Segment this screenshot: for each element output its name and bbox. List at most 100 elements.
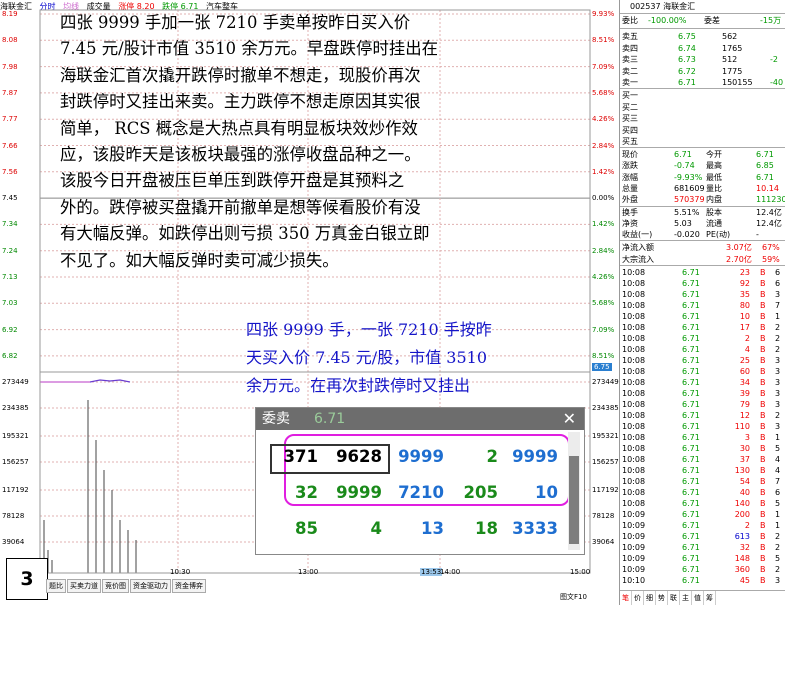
price-label-right: 5.68% (592, 88, 615, 97)
ask-volume: 512 (722, 55, 738, 64)
bid-row[interactable]: 买二 (622, 102, 782, 113)
volume-label-right: 156257 (592, 458, 619, 466)
stat-label: 换手 (622, 208, 638, 217)
inset-cell: 13 (421, 519, 444, 538)
tick-volume: 40 (739, 488, 750, 497)
panel-tab[interactable]: 价 (632, 591, 644, 605)
tick-volume: 23 (739, 268, 750, 277)
tick-volume: 37 (739, 455, 750, 464)
bid-row[interactable]: 买四 (622, 125, 782, 136)
stat-value: 111230 (756, 195, 785, 205)
flow-label: 大宗流入 (622, 254, 654, 264)
volume-label-right: 117192 (592, 486, 619, 494)
close-icon[interactable]: ✕ (563, 408, 576, 430)
tick-price: 6.71 (682, 389, 700, 398)
tick-row: 10:10 6.71 45 B 3 (622, 575, 782, 586)
bottom-tab[interactable]: 题比 (46, 579, 66, 593)
tick-row: 10:09 6.71 613 B 2 (622, 531, 782, 542)
tick-price: 6.71 (682, 433, 700, 442)
price-label-left: 8.08 (2, 36, 18, 45)
tick-time: 10:08 (622, 488, 646, 497)
bid-label: 买二 (622, 102, 638, 112)
tick-row: 10:09 6.71 2 B 1 (622, 520, 782, 531)
panel-tab[interactable]: 主 (680, 591, 692, 605)
bid-label: 买一 (622, 91, 638, 100)
tick-side: B (760, 268, 766, 277)
panel-tab[interactable]: 细 (644, 591, 656, 605)
bid-row[interactable]: 买五 (622, 136, 782, 147)
stat-label: 最低 (706, 172, 722, 182)
bid-label: 买四 (622, 125, 638, 135)
tick-volume: 3 (744, 433, 750, 442)
annotation-blue-line: 四张 9999 手，一张 7210 手按昨 (246, 320, 492, 339)
tick-side: B (760, 488, 766, 497)
price-label-left: 6.82 (2, 351, 18, 360)
tick-price: 6.71 (682, 455, 700, 464)
stat-value: 681609 (674, 183, 705, 193)
tick-side: B (760, 444, 766, 453)
tick-side: B (760, 532, 766, 541)
scrollbar-thumb[interactable] (569, 456, 579, 544)
panel-tabs: 笔价细势联主值筹 (620, 590, 785, 605)
annotation-line: 海联金汇首次撬开跌停时撤单不想走，现股价再次 (60, 65, 421, 85)
tick-price: 6.71 (682, 532, 700, 541)
inset-cell: 7210 (398, 483, 444, 502)
panel-tab[interactable]: 筹 (704, 591, 716, 605)
inset-cell: 3333 (512, 519, 558, 538)
tick-row: 10:08 6.71 40 B 6 (622, 487, 782, 498)
tick-volume: 60 (739, 367, 750, 376)
ask-row[interactable]: 卖二 6.72 1775 (622, 66, 782, 77)
stat-label: 流通 (706, 219, 722, 228)
tick-side: B (760, 554, 766, 563)
ask-row[interactable]: 卖四 6.74 1765 (622, 43, 782, 54)
tick-row: 10:09 6.71 32 B 2 (622, 542, 782, 553)
inset-row: 371 9628 9999 2 9999 (266, 442, 566, 474)
tick-time: 10:08 (622, 422, 646, 431)
status-text[interactable]: 图文F10 (560, 593, 587, 601)
inset-cell: 205 (463, 483, 498, 502)
bottom-tab[interactable]: 买卖力道 (67, 579, 101, 593)
annotation-line: 封跌停时又挂出来卖。主力跌停不想走原因其实很 (60, 92, 421, 112)
tick-side: B (760, 400, 766, 409)
flow-pct: 59% (762, 254, 780, 264)
panel-tab[interactable]: 势 (656, 591, 668, 605)
tick-count: 3 (775, 378, 781, 387)
tick-count: 2 (775, 411, 781, 420)
ask-row[interactable]: 卖三 6.73 512 -2 (622, 54, 782, 65)
tick-count: 7 (775, 477, 781, 486)
tick-count: 6 (775, 279, 781, 288)
bid-row[interactable]: 买三 (622, 113, 782, 124)
panel-tab[interactable]: 笔 (620, 591, 632, 605)
tick-row: 10:08 6.71 60 B 3 (622, 366, 782, 377)
annotation-line: 应，该股昨天是该板块最强的涨停收盘品种之一。 (60, 145, 421, 165)
bottom-tab[interactable]: 竞价图 (102, 579, 129, 593)
price-label-right: 9.93% (592, 10, 615, 18)
tick-row: 10:08 6.71 23 B 6 (622, 267, 782, 278)
inset-cell: 10 (535, 483, 558, 502)
annotation-line: 有大幅反弹。如跌停出则亏损 350 万真金白银立即 (60, 224, 430, 244)
price-label-left: 7.56 (2, 167, 18, 176)
panel-tab[interactable]: 值 (692, 591, 704, 605)
intraday-chart[interactable]: 海联金汇 分时 均线 成交量 涨停 8.20 跌停 6.71 汽车整车 8.19… (0, 0, 620, 605)
panel-tab[interactable]: 联 (668, 591, 680, 605)
ask-price: 6.73 (678, 55, 696, 64)
bottom-tab[interactable]: 资金驱动力 (130, 579, 171, 593)
tick-price: 6.71 (682, 400, 700, 409)
stat-row: 现价 6.71 今开 6.71 (622, 149, 782, 160)
bottom-tab[interactable]: 资金博弈 (172, 579, 206, 593)
stat-label: 内盘 (706, 195, 722, 205)
tick-side: B (760, 455, 766, 464)
tick-count: 6 (775, 488, 781, 497)
tick-price: 6.71 (682, 510, 700, 519)
bid-row[interactable]: 买一 (622, 90, 782, 101)
ask-row[interactable]: 卖一 6.71 150155 -40 (622, 77, 783, 88)
stat-label: 量比 (706, 183, 722, 193)
tick-row: 10:08 6.71 4 B 2 (622, 344, 782, 355)
tick-price: 6.71 (682, 554, 700, 563)
ask-row[interactable]: 卖五 6.75 562 (622, 31, 782, 42)
tick-time: 10:09 (622, 521, 646, 530)
tick-volume: 140 (734, 499, 750, 508)
flow-value: 2.70亿 (726, 254, 752, 264)
tick-volume: 200 (734, 510, 750, 519)
tick-volume: 360 (734, 565, 750, 574)
